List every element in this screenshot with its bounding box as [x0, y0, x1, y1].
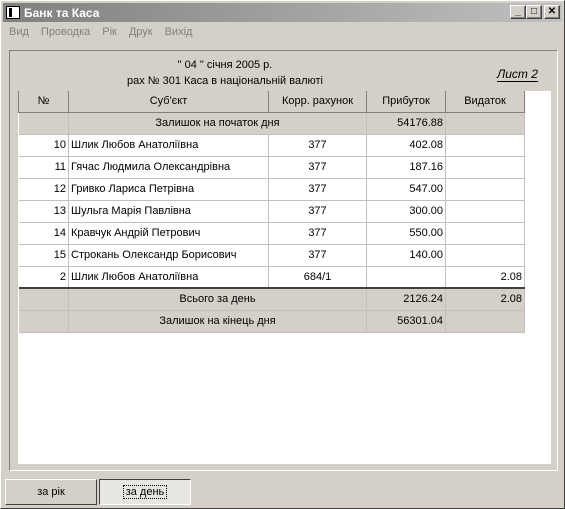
sheet-number: Лист 2: [497, 67, 538, 82]
ledger-grid: № Суб'єкт Корр. рахунок Прибуток Видаток…: [18, 91, 551, 464]
tab-year[interactable]: за рік: [5, 479, 97, 505]
closing-label: Залишок на кінець дня: [68, 310, 367, 333]
row-subject: Кравчук Андрій Петрович: [68, 222, 269, 245]
tab-day-label: за день: [122, 485, 168, 499]
table-row[interactable]: 12 Гривко Лариса Петрівна 377 547.00: [18, 178, 525, 201]
total-income: 2126.24: [366, 287, 446, 311]
close-button[interactable]: ✕: [544, 5, 560, 19]
row-income: 140.00: [366, 244, 446, 267]
row-expense: 2.08: [445, 266, 525, 289]
row-num: 15: [18, 244, 69, 267]
row-income: 187.16: [366, 156, 446, 179]
window-controls: _ □ ✕: [510, 5, 560, 19]
table-row[interactable]: 2 Шлик Любов Анатоліївна 684/1 2.08: [18, 266, 525, 289]
closing-balance-row: Залишок на кінець дня 56301.04: [18, 310, 525, 333]
app-icon: [6, 6, 20, 19]
report-sheet: " 04 " січня 2005 р. рах № 301 Каса в на…: [12, 53, 555, 468]
row-subject: Гривко Лариса Петрівна: [68, 178, 269, 201]
tab-day[interactable]: за день: [99, 479, 191, 505]
closing-income: 56301.04: [366, 310, 446, 333]
row-income: [366, 266, 446, 289]
close-icon: ✕: [547, 6, 557, 17]
closing-expense: [445, 310, 525, 333]
row-num: 14: [18, 222, 69, 245]
table-row[interactable]: 14 Кравчук Андрій Петрович 377 550.00: [18, 222, 525, 245]
opening-num: [18, 112, 69, 135]
period-tabs: за рік за день: [5, 479, 193, 505]
row-expense: [445, 156, 525, 179]
menu-exit[interactable]: Вихід: [159, 26, 199, 38]
table-row[interactable]: 10 Шлик Любов Анатоліївна 377 402.08: [18, 134, 525, 157]
table-header-row: № Суб'єкт Корр. рахунок Прибуток Видаток: [18, 91, 525, 113]
report-panel: " 04 " січня 2005 р. рах № 301 Каса в на…: [9, 50, 558, 471]
row-num: 12: [18, 178, 69, 201]
report-account: рах № 301 Каса в національній валюті: [126, 75, 324, 87]
maximize-icon: □: [530, 6, 538, 17]
row-account: 377: [268, 156, 367, 179]
table-row[interactable]: 15 Строкань Олександр Борисович 377 140.…: [18, 244, 525, 267]
opening-label: Залишок на початок дня: [68, 112, 367, 135]
row-income: 402.08: [366, 134, 446, 157]
minimize-button[interactable]: _: [510, 5, 526, 19]
opening-expense: [445, 112, 525, 135]
row-account: 377: [268, 244, 367, 267]
total-expense: 2.08: [445, 287, 525, 311]
opening-income: 54176.88: [366, 112, 446, 135]
row-income: 547.00: [366, 178, 446, 201]
row-expense: [445, 200, 525, 223]
row-expense: [445, 244, 525, 267]
title-bar[interactable]: Банк та Каса _ □ ✕: [3, 3, 562, 22]
total-label: Всього за день: [68, 287, 367, 311]
closing-num: [18, 310, 69, 333]
header-expense[interactable]: Видаток: [445, 91, 525, 113]
menu-posting[interactable]: Проводка: [35, 26, 96, 38]
row-subject: Шлик Любов Анатоліївна: [68, 134, 269, 157]
row-num: 13: [18, 200, 69, 223]
row-num: 11: [18, 156, 69, 179]
day-total-row: Всього за день 2126.24 2.08: [18, 287, 525, 311]
row-income: 300.00: [366, 200, 446, 223]
tab-year-label: за рік: [37, 486, 65, 498]
row-subject: Шлик Любов Анатоліївна: [68, 266, 269, 289]
menu-bar: Вид Проводка Рік Друк Вихід: [3, 23, 198, 41]
maximize-button[interactable]: □: [526, 5, 542, 19]
row-num: 10: [18, 134, 69, 157]
opening-balance-row: Залишок на початок дня 54176.88: [18, 112, 525, 135]
report-date: " 04 " січня 2005 р.: [177, 59, 273, 71]
header-income[interactable]: Прибуток: [366, 91, 446, 113]
menu-view[interactable]: Вид: [3, 26, 35, 38]
row-expense: [445, 222, 525, 245]
ledger-table: № Суб'єкт Корр. рахунок Прибуток Видаток…: [18, 91, 525, 333]
total-num: [18, 287, 69, 311]
menu-print[interactable]: Друк: [123, 26, 159, 38]
row-subject: Шульга Марія Павлівна: [68, 200, 269, 223]
table-row[interactable]: 13 Шульга Марія Павлівна 377 300.00: [18, 200, 525, 223]
minimize-icon: _: [515, 6, 521, 17]
row-account: 377: [268, 222, 367, 245]
row-income: 550.00: [366, 222, 446, 245]
row-expense: [445, 134, 525, 157]
row-num: 2: [18, 266, 69, 289]
row-subject: Гячас Людмила Олександрівна: [68, 156, 269, 179]
header-subject[interactable]: Суб'єкт: [68, 91, 269, 113]
row-account: 684/1: [268, 266, 367, 289]
row-expense: [445, 178, 525, 201]
main-window: Банк та Каса _ □ ✕ Вид Проводка Рік Друк…: [0, 0, 565, 509]
header-number[interactable]: №: [18, 91, 69, 113]
table-row[interactable]: 11 Гячас Людмила Олександрівна 377 187.1…: [18, 156, 525, 179]
row-subject: Строкань Олександр Борисович: [68, 244, 269, 267]
header-account[interactable]: Корр. рахунок: [268, 91, 367, 113]
window-title: Банк та Каса: [24, 5, 100, 20]
row-account: 377: [268, 200, 367, 223]
menu-year[interactable]: Рік: [96, 26, 123, 38]
row-account: 377: [268, 178, 367, 201]
row-account: 377: [268, 134, 367, 157]
